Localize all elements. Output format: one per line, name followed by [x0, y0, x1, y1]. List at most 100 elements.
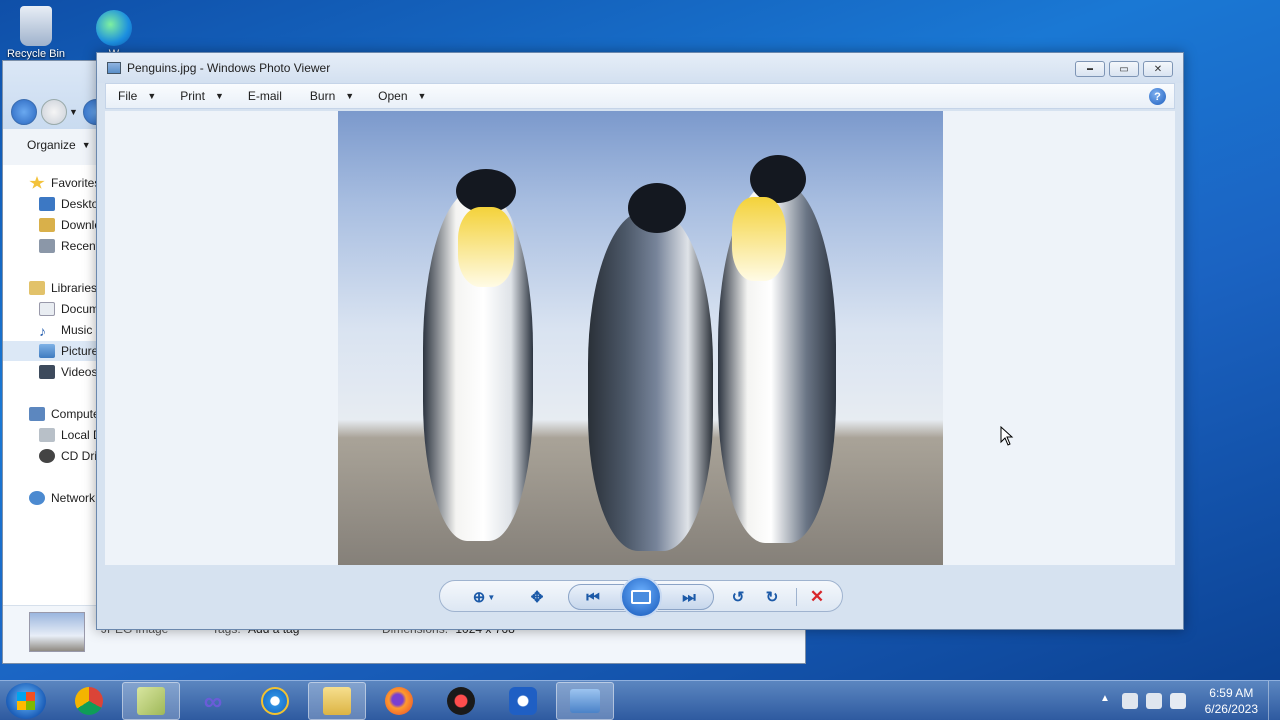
- nav-item-label: Pictures: [61, 344, 101, 358]
- nav-item-local-disk[interactable]: Local Disk: [3, 425, 101, 445]
- nav-item-label: Music: [61, 323, 93, 337]
- next-button[interactable]: ⏭: [674, 585, 704, 609]
- nav-item-computer[interactable]: Computer: [3, 404, 101, 424]
- burn-menu[interactable]: Burn ▼: [298, 84, 366, 108]
- taskbar-app-blue[interactable]: [494, 682, 552, 720]
- computer-icon: [29, 407, 45, 421]
- slideshow-button[interactable]: [620, 576, 662, 618]
- clock-time: 6:59 AM: [1209, 686, 1254, 700]
- next-icon: ⏭: [682, 588, 696, 606]
- nav-item-recent-places[interactable]: Recent Places: [3, 236, 101, 256]
- open-menu-label: Open: [378, 89, 408, 103]
- desktop-icon-recycle-bin[interactable]: Recycle Bin: [6, 6, 66, 60]
- action-center-flag-icon[interactable]: [1122, 693, 1138, 709]
- previous-icon: ⏮: [586, 588, 600, 606]
- nav-item-favorites[interactable]: Favorites: [3, 173, 101, 193]
- chevron-down-icon: ▼: [345, 91, 355, 101]
- penguins-thumbnail: [29, 612, 85, 652]
- desktop-icon-label: Recycle Bin: [6, 48, 66, 60]
- back-button[interactable]: [11, 99, 37, 125]
- history-dropdown-icon[interactable]: ▼: [69, 107, 78, 117]
- chevron-down-icon: ▼: [214, 91, 224, 101]
- libraries-icon: [29, 281, 45, 295]
- nav-item-music[interactable]: ♪ Music: [3, 320, 101, 340]
- nav-item-downloads[interactable]: Downloads: [3, 215, 101, 235]
- image-canvas[interactable]: [105, 111, 1175, 565]
- delete-button[interactable]: ✕: [804, 585, 830, 609]
- chevron-down-icon: ▼: [147, 91, 157, 101]
- nav-item-label: Computer: [51, 407, 101, 421]
- nav-item-label: Favorites: [51, 176, 101, 190]
- star-icon: [29, 176, 45, 189]
- title-bar[interactable]: Penguins.jpg - Windows Photo Viewer ▬ ▭ …: [97, 53, 1183, 83]
- forward-button[interactable]: [41, 99, 67, 125]
- downloads-icon: [39, 218, 55, 232]
- taskbar-photo-viewer[interactable]: [556, 682, 614, 720]
- local-disk-icon: [39, 428, 55, 442]
- taskbar: ∞ ▲ 6:59 AM 6/26/2023: [0, 680, 1280, 720]
- taskbar-app-red[interactable]: [432, 682, 490, 720]
- nav-item-label: Desktop: [61, 197, 101, 211]
- nav-item-documents[interactable]: Documents: [3, 299, 101, 319]
- nav-item-network[interactable]: Network: [3, 488, 101, 508]
- taskbar-firefox[interactable]: [370, 682, 428, 720]
- volume-muted-icon[interactable]: [1170, 693, 1186, 709]
- clock-date: 6/26/2023: [1204, 702, 1258, 716]
- internet-explorer-icon: [261, 687, 289, 715]
- start-button[interactable]: [6, 683, 46, 719]
- chrome-icon: [75, 687, 103, 715]
- email-button[interactable]: E-mail: [236, 84, 298, 108]
- show-desktop-button[interactable]: [1268, 681, 1280, 720]
- mouse-cursor-icon: [1000, 426, 1014, 446]
- music-icon: ♪: [39, 323, 46, 339]
- nav-item-libraries[interactable]: Libraries: [3, 278, 101, 298]
- file-menu[interactable]: File ▼: [106, 84, 168, 108]
- rotate-counterclockwise-button[interactable]: ↺: [724, 585, 752, 609]
- organize-label: Organize: [27, 138, 76, 152]
- organize-button[interactable]: Organize ▼: [3, 133, 103, 157]
- help-icon[interactable]: ?: [1149, 88, 1166, 105]
- taskbar-app-infinity[interactable]: ∞: [184, 682, 242, 720]
- photo-viewer-icon: [107, 62, 121, 74]
- previous-button[interactable]: ⏮: [578, 585, 608, 609]
- close-button[interactable]: ✕: [1143, 61, 1173, 77]
- nav-item-cd-drive[interactable]: CD Drive: [3, 446, 101, 466]
- nav-item-desktop[interactable]: Desktop: [3, 194, 101, 214]
- maximize-button[interactable]: ▭: [1109, 61, 1139, 77]
- actual-size-button[interactable]: ✥: [522, 585, 552, 609]
- red-app-icon: [447, 687, 475, 715]
- zoom-button[interactable]: ⊕ ▼: [466, 585, 502, 609]
- penguin-middle: [588, 211, 713, 551]
- nav-item-pictures[interactable]: Pictures: [3, 341, 101, 361]
- nav-item-videos[interactable]: Videos: [3, 362, 101, 382]
- minimize-button[interactable]: ▬: [1075, 61, 1105, 77]
- nav-item-label: Downloads: [61, 218, 101, 232]
- command-bar: File ▼ Print ▼ E-mail Burn ▼ Open ▼ ?: [105, 83, 1175, 109]
- infinity-icon: ∞: [203, 685, 223, 716]
- print-menu[interactable]: Print ▼: [168, 84, 236, 108]
- network-status-icon[interactable]: [1146, 693, 1162, 709]
- playback-controls: ⊕ ▼ ✥ ⏮ ⏭ ↺ ↻ ✕: [439, 576, 843, 618]
- penguins-photo: [338, 111, 943, 565]
- system-tray: ▲ 6:59 AM 6/26/2023: [1090, 681, 1280, 720]
- taskbar-chrome[interactable]: [60, 682, 118, 720]
- folder-icon: [323, 687, 351, 715]
- rotate-clockwise-button[interactable]: ↻: [758, 585, 786, 609]
- taskbar-internet-explorer[interactable]: [246, 682, 304, 720]
- penguin-middle-head: [628, 183, 686, 233]
- taskbar-explorer[interactable]: [308, 682, 366, 720]
- zoom-icon: ⊕: [472, 589, 486, 606]
- network-icon: [29, 491, 45, 505]
- recycle-bin-icon: [20, 6, 52, 46]
- taskbar-notes[interactable]: [122, 682, 180, 720]
- cd-drive-icon: [39, 449, 55, 463]
- caption-buttons: ▬ ▭ ✕: [1075, 61, 1173, 77]
- show-hidden-icons-icon[interactable]: ▲: [1100, 693, 1110, 704]
- delete-icon: ✕: [809, 587, 825, 606]
- windows-logo-icon: [17, 692, 35, 710]
- burn-menu-label: Burn: [309, 89, 336, 103]
- notes-icon: [137, 687, 165, 715]
- open-menu[interactable]: Open ▼: [366, 84, 438, 108]
- chevron-down-icon: ▼: [417, 91, 427, 101]
- clock[interactable]: 6:59 AM 6/26/2023: [1205, 685, 1258, 717]
